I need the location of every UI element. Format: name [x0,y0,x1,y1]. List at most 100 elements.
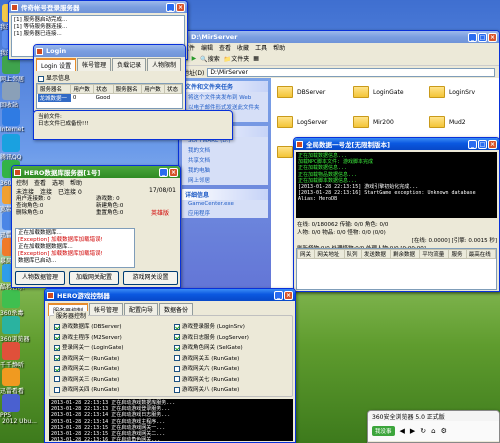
home-icon[interactable]: ⌂ [431,427,435,435]
forward-icon[interactable]: ▶ [410,427,415,435]
maximize-button[interactable]: □ [478,32,487,42]
close-button[interactable]: × [176,2,185,12]
maximize-button[interactable]: □ [478,139,487,149]
checkbox[interactable] [174,323,180,330]
desktop-icon[interactable] [2,394,20,412]
db-menubar: 控制 查看 选项 帮助 [12,178,180,187]
checkbox[interactable] [54,355,60,361]
desktop-icon[interactable] [2,82,20,100]
checkbox[interactable] [54,344,60,351]
service-checkbox[interactable]: 游戏登录服务 (LoginSrv) [174,322,292,333]
back-icon[interactable]: ◀ [400,427,405,435]
checkbox[interactable] [174,334,180,340]
views-icon[interactable]: ▦ [253,55,259,62]
task-link[interactable]: GameCenter.exe [182,200,268,208]
menu-item[interactable]: 工具 [255,43,267,52]
tab[interactable]: Login 设置 [36,58,77,71]
folders-button[interactable]: 📁文件夹 [224,54,250,63]
login-option[interactable]: 显示信息 [34,72,185,83]
close-button[interactable]: × [284,290,293,300]
checkbox[interactable] [174,365,180,372]
game-gate-settings-button[interactable]: 游戏网关设置 [123,271,178,285]
menu-item[interactable]: 编辑 [201,43,213,52]
desktop-label-bottom[interactable]: 2012 Ubu... [2,418,37,425]
browser-popup: 360安全浏览器 5.0 正式版 我没事 ◀ ▶ ↻ ⌂ ⚙ [367,410,500,443]
task-link[interactable]: 将这个文件夹发布到 Web [182,92,268,102]
checkbox[interactable] [54,386,60,393]
menu-item[interactable]: 帮助 [70,178,82,187]
checkbox[interactable] [38,75,44,82]
search-button[interactable]: 🔍搜索 [200,54,220,63]
minimize-button[interactable]: _ [468,139,477,149]
checkbox[interactable] [174,344,180,351]
task-link[interactable]: 我的文档 [182,145,268,155]
character-data-button[interactable]: 人物数据管理 [15,271,65,285]
game-titlebar[interactable]: 全局数据一号龙[无限制版本] _ □ × [294,138,499,150]
refresh-icon[interactable]: ↻ [420,427,426,435]
safe-button[interactable]: 我没事 [372,426,395,436]
checkbox[interactable] [54,323,60,330]
task-link[interactable]: 应用程序 [182,208,268,218]
desktop-icon[interactable] [2,134,20,152]
login-titlebar[interactable]: Login [34,45,185,57]
forward-icon[interactable]: ▶ [192,55,197,62]
checkbox[interactable] [174,355,180,361]
menu-item[interactable]: 选项 [52,178,64,187]
service-checkbox[interactable]: 游戏主程序 (M2Server) [54,333,172,344]
settings-icon[interactable]: ⚙ [441,427,447,435]
menu-item[interactable]: 控制 [16,178,28,187]
explorer-titlebar[interactable]: D:\MirServer _ □ × [179,31,499,43]
checkbox[interactable] [54,365,60,372]
service-checkbox[interactable]: 游戏网关二 (RunGate) [54,364,172,375]
service-checkbox[interactable]: 游戏网关七 (RunGate) [174,375,292,386]
service-checkbox[interactable]: 游戏角色网关 (SelGate) [174,343,292,354]
close-button[interactable]: × [488,32,497,42]
column-header: 用户数 [70,84,95,94]
service-checkbox[interactable]: 游戏网关八 (RunGate) [174,385,292,396]
desktop-icon[interactable] [2,290,20,308]
service-checkbox[interactable]: 游戏网关五 (RunGate) [174,354,292,365]
desktop-icon[interactable] [2,342,20,360]
task-link[interactable]: 共享文档 [182,155,268,165]
checkbox[interactable] [174,376,180,382]
task-link[interactable]: 网上邻居 [182,175,268,185]
menu-item[interactable]: 帮助 [273,43,285,52]
table-row[interactable]: 龙城数据一 0 Good [37,93,182,102]
load-gate-config-button[interactable]: 加载网关配置 [69,271,119,285]
menu-item[interactable]: 收藏 [237,43,249,52]
column-header: 发送数据 [360,249,392,259]
db-date: 17/08/01 [149,187,176,194]
desktop-icon[interactable] [2,368,20,386]
minimize-button[interactable]: _ [159,167,168,177]
account-titlebar[interactable]: 传奇帐号登录服务器 _ × [9,1,187,13]
task-list: SOFTWARE (D:) 我的文档 共享文档 我的电脑 网上邻居 [182,137,268,185]
close-button[interactable]: × [488,139,497,149]
checkbox[interactable] [54,376,60,382]
checkbox-label: 游戏网关二 (RunGate) [62,366,120,372]
column-header: 最高在线 [465,249,497,259]
tab[interactable]: 人物限制 [147,58,182,71]
service-checkbox[interactable]: 游戏数据库 (DBServer) [54,322,172,333]
tab[interactable]: 负载记录 [112,58,147,71]
service-checkbox[interactable]: 游戏日志服务 (LogServer) [174,333,292,344]
menu-item[interactable]: 查看 [219,43,231,52]
service-checkbox[interactable]: 游戏网关一 (RunGate) [54,354,172,365]
checkbox[interactable] [174,386,180,393]
controller-titlebar[interactable]: HERO游戏控制器 _ × [45,289,295,301]
address-input[interactable]: D:\MirServer [207,67,495,77]
service-checkbox[interactable]: 游戏网关三 (RunGate) [54,375,172,386]
task-link[interactable]: 我的电脑 [182,165,268,175]
minimize-button[interactable]: _ [468,32,477,42]
service-checkbox[interactable]: 游戏网关四 (RunGate) [54,385,172,396]
service-checkbox[interactable]: 游戏网关六 (RunGate) [174,364,292,375]
minimize-button[interactable]: _ [166,2,175,12]
desktop-icon[interactable] [2,108,20,126]
service-checkbox[interactable]: 登录网关一 (LoginGate) [54,343,172,354]
close-button[interactable]: × [169,167,178,177]
menu-item[interactable]: 查看 [34,178,46,187]
db-titlebar[interactable]: HERO数据库服务器[1号] _ × [12,166,180,178]
tab[interactable]: 帐号管理 [77,58,112,71]
checkbox[interactable] [54,334,60,340]
minimize-button[interactable]: _ [274,290,283,300]
desktop-icon[interactable] [2,316,20,334]
